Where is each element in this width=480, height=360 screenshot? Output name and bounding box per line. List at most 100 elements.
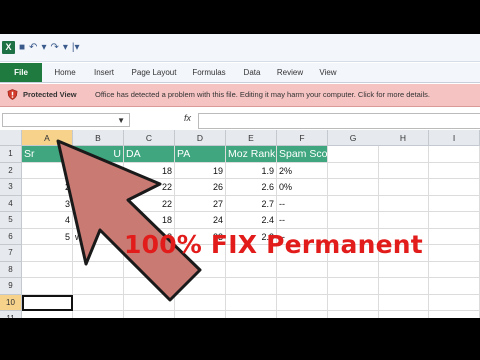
column-header-f[interactable]: F xyxy=(277,130,328,146)
cell-g3[interactable] xyxy=(328,179,379,196)
row-header-4[interactable]: 4 xyxy=(0,195,22,212)
cell-spam-score[interactable]: -- xyxy=(277,195,328,212)
column-header-c[interactable]: C xyxy=(124,130,175,146)
cell-d9[interactable] xyxy=(175,278,226,295)
tab-file[interactable]: File xyxy=(0,63,42,82)
header-cell[interactable]: DA xyxy=(124,146,175,163)
cell-spam-score[interactable]: -- xyxy=(277,212,328,229)
tab-page-layout[interactable]: Page Layout xyxy=(128,63,180,82)
cell-h4[interactable] xyxy=(378,195,429,212)
column-header-b[interactable]: B xyxy=(73,130,124,146)
cell-g2[interactable] xyxy=(328,162,379,179)
column-header-i[interactable]: I xyxy=(429,130,480,146)
header-cell[interactable]: PA xyxy=(175,146,226,163)
cell-b9[interactable] xyxy=(73,278,124,295)
cell-sr[interactable]: 4 xyxy=(22,212,73,229)
cell-i4[interactable] xyxy=(429,195,480,212)
cell-url[interactable]: ad xyxy=(73,195,124,212)
cell-url[interactable]: www xyxy=(73,212,124,229)
fx-icon[interactable]: fx xyxy=(184,113,191,123)
cell-e8[interactable] xyxy=(226,261,277,278)
cell-pa[interactable]: 19 xyxy=(175,162,226,179)
row-header-11[interactable]: 11 xyxy=(0,311,22,318)
cell-f10[interactable] xyxy=(277,294,328,311)
column-header-d[interactable]: D xyxy=(175,130,226,146)
customize-icon[interactable]: |▾ xyxy=(72,42,80,53)
cell-da[interactable]: 22 xyxy=(124,195,175,212)
cell-d10[interactable] xyxy=(175,294,226,311)
chevron-down-icon[interactable]: ▼ xyxy=(117,116,125,125)
cell-i11[interactable] xyxy=(429,311,480,318)
tab-formulas[interactable]: Formulas xyxy=(188,63,230,82)
tab-data[interactable]: Data xyxy=(238,63,266,82)
cell-f8[interactable] xyxy=(277,261,328,278)
cell-g4[interactable] xyxy=(328,195,379,212)
row-header-8[interactable]: 8 xyxy=(0,261,22,278)
cell-i1[interactable] xyxy=(429,146,480,163)
cell-pa[interactable]: 26 xyxy=(175,179,226,196)
formula-input[interactable] xyxy=(198,113,480,129)
cell-a9[interactable] xyxy=(22,278,73,295)
cell-moz-rank[interactable]: 1.9 xyxy=(226,162,277,179)
cell-i9[interactable] xyxy=(429,278,480,295)
tab-review[interactable]: Review xyxy=(272,63,308,82)
chevron-down-icon[interactable]: ▾ xyxy=(63,42,68,53)
cell-moz-rank[interactable]: 2.7 xyxy=(226,195,277,212)
active-cell-a10[interactable] xyxy=(22,294,73,311)
redo-icon[interactable]: ↷ xyxy=(50,42,58,53)
cell-spam-score[interactable]: 2% xyxy=(277,162,328,179)
column-header-e[interactable]: E xyxy=(226,130,277,146)
header-cell[interactable]: Moz Rank xyxy=(226,146,277,163)
cell-h10[interactable] xyxy=(378,294,429,311)
cell-i2[interactable] xyxy=(429,162,480,179)
cell-url[interactable]: www xyxy=(73,228,124,245)
row-header-7[interactable]: 7 xyxy=(0,245,22,262)
cell-b11[interactable] xyxy=(73,311,124,318)
cell-i6[interactable] xyxy=(429,228,480,245)
undo-icon[interactable]: ↶ xyxy=(29,42,37,53)
cell-sr[interactable]: 2 xyxy=(22,179,73,196)
cell-pa[interactable]: 27 xyxy=(175,195,226,212)
cell-g10[interactable] xyxy=(328,294,379,311)
cell-g5[interactable] xyxy=(328,212,379,229)
cell-h3[interactable] xyxy=(378,179,429,196)
cell-f11[interactable] xyxy=(277,311,328,318)
excel-app-icon[interactable]: X xyxy=(2,40,15,54)
cell-i5[interactable] xyxy=(429,212,480,229)
cell-c11[interactable] xyxy=(124,311,175,318)
row-header-2[interactable]: 2 xyxy=(0,162,22,179)
tab-view[interactable]: View xyxy=(314,63,342,82)
cell-g9[interactable] xyxy=(328,278,379,295)
cell-h5[interactable] xyxy=(378,212,429,229)
row-header-3[interactable]: 3 xyxy=(0,179,22,196)
cell-a8[interactable] xyxy=(22,261,73,278)
cell-url[interactable] xyxy=(73,179,124,196)
select-all-corner[interactable] xyxy=(0,130,22,146)
cell-c8[interactable] xyxy=(124,261,175,278)
tab-insert[interactable]: Insert xyxy=(88,63,120,82)
cell-sr[interactable]: 1 xyxy=(22,162,73,179)
row-header-6[interactable]: 6 xyxy=(0,228,22,245)
protected-view-bar[interactable]: Protected View Office has detected a pro… xyxy=(0,84,480,107)
column-header-a[interactable]: A xyxy=(22,130,73,146)
cell-sr[interactable]: 5 xyxy=(22,228,73,245)
cell-i7[interactable] xyxy=(429,245,480,262)
cell-g8[interactable] xyxy=(328,261,379,278)
cell-b10[interactable] xyxy=(73,294,124,311)
column-header-h[interactable]: H xyxy=(378,130,429,146)
cell-h11[interactable] xyxy=(378,311,429,318)
cell-h8[interactable] xyxy=(378,261,429,278)
cell-b8[interactable] xyxy=(73,261,124,278)
cell-c9[interactable] xyxy=(124,278,175,295)
cell-h1[interactable] xyxy=(378,146,429,163)
cell-c10[interactable] xyxy=(124,294,175,311)
cell-a11[interactable] xyxy=(22,311,73,318)
tab-home[interactable]: Home xyxy=(50,63,80,82)
cell-h9[interactable] xyxy=(378,278,429,295)
cell-spam-score[interactable]: 0% xyxy=(277,179,328,196)
cell-sr[interactable]: 3 xyxy=(22,195,73,212)
cell-pa[interactable]: 24 xyxy=(175,212,226,229)
cell-g11[interactable] xyxy=(328,311,379,318)
protected-view-message[interactable]: Office has detected a problem with this … xyxy=(95,90,430,99)
cell-i10[interactable] xyxy=(429,294,480,311)
